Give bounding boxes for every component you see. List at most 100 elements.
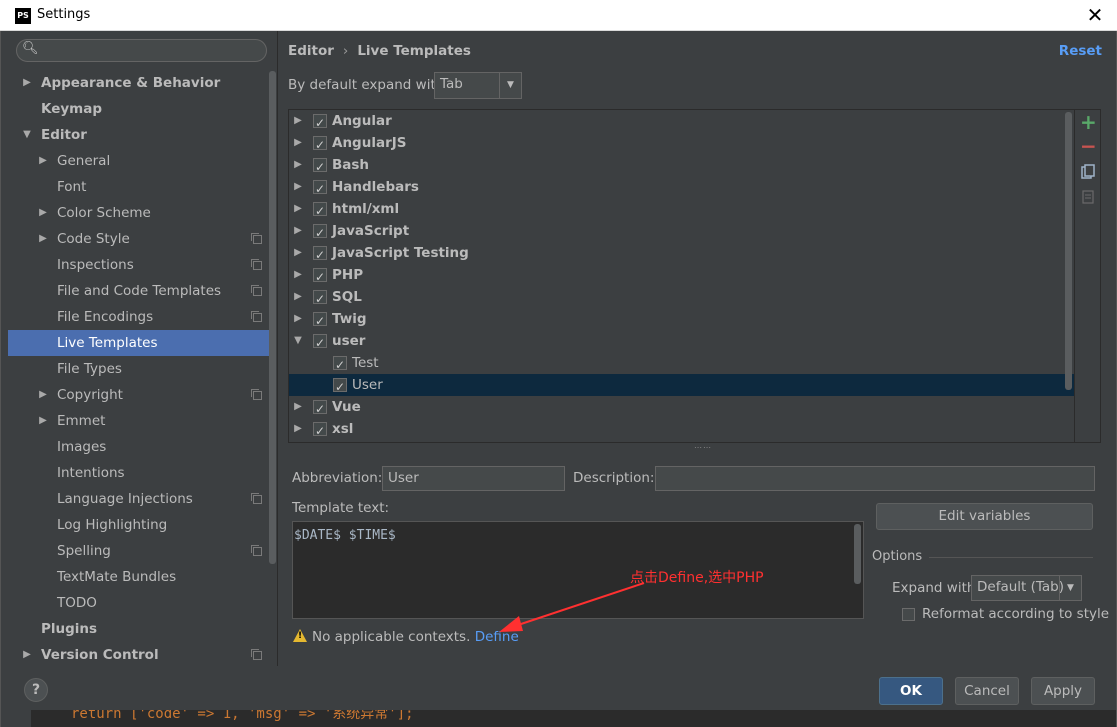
template-checkbox[interactable] [313, 112, 327, 134]
template-checkbox[interactable] [333, 354, 347, 376]
sidebar-item-copyright[interactable]: ▶ Copyright [8, 382, 276, 408]
edit-variables-button[interactable]: Edit variables [876, 503, 1093, 530]
sidebar-item-plugins[interactable]: Plugins [8, 616, 276, 642]
sidebar-item-file-and-code-templates[interactable]: File and Code Templates [8, 278, 276, 304]
sidebar-item-live-templates[interactable]: Live Templates [8, 330, 276, 356]
reset-link[interactable]: Reset [1059, 43, 1102, 59]
chevron-right-icon[interactable]: ▶ [292, 286, 304, 308]
chevron-right-icon[interactable]: ▶ [292, 220, 304, 242]
remove-icon[interactable]: − [1080, 136, 1097, 156]
template-group-row[interactable]: ▼ user [289, 330, 1074, 354]
template-group-row[interactable]: ▶ xsl [289, 418, 1074, 442]
template-checkbox[interactable] [313, 266, 327, 288]
sidebar-item-general[interactable]: ▶ General [8, 148, 276, 174]
editor-scrollbar[interactable] [854, 524, 861, 584]
template-group-row[interactable]: ▶ JavaScript Testing [289, 242, 1074, 266]
sidebar-item-images[interactable]: Images [8, 434, 276, 460]
sidebar-item-intentions[interactable]: Intentions [8, 460, 276, 486]
template-group-row[interactable]: ▶ AngularJS [289, 132, 1074, 156]
template-checkbox[interactable] [313, 156, 327, 178]
chevron-right-icon[interactable]: ▶ [36, 148, 50, 174]
sidebar-item-code-style[interactable]: ▶ Code Style [8, 226, 276, 252]
add-icon[interactable]: + [1080, 112, 1097, 132]
template-checkbox[interactable] [313, 420, 327, 442]
chevron-down-icon[interactable]: ▼ [292, 330, 304, 352]
sidebar-item-color-scheme[interactable]: ▶ Color Scheme [8, 200, 276, 226]
template-group-row[interactable]: ▶ Bash [289, 154, 1074, 178]
template-checkbox[interactable] [313, 398, 327, 420]
sidebar-item-emmet[interactable]: ▶ Emmet [8, 408, 276, 434]
sidebar-item-language-injections[interactable]: Language Injections [8, 486, 276, 512]
splitter-grip-icon[interactable]: ⋯⋯ [694, 443, 712, 452]
template-checkbox[interactable] [313, 134, 327, 156]
expand-with-value: Default (Tab) [977, 579, 1065, 595]
sidebar-item-keymap[interactable]: Keymap [8, 96, 276, 122]
template-row[interactable]: User [289, 374, 1074, 398]
chevron-right-icon[interactable]: ▶ [292, 198, 304, 220]
cancel-button[interactable]: Cancel [955, 677, 1019, 705]
template-checkbox[interactable] [313, 288, 327, 310]
chevron-right-icon[interactable]: ▶ [36, 200, 50, 226]
expand-with-select[interactable]: Default (Tab) ▼ [971, 575, 1082, 601]
template-group-row[interactable]: ▶ JavaScript [289, 220, 1074, 244]
sidebar-item-textmate-bundles[interactable]: TextMate Bundles [8, 564, 276, 590]
template-group-row[interactable]: ▶ Twig [289, 308, 1074, 332]
template-row[interactable]: Test [289, 352, 1074, 376]
sidebar-item-spelling[interactable]: Spelling [8, 538, 276, 564]
chevron-down-icon[interactable]: ▼ [20, 122, 34, 148]
chevron-right-icon[interactable]: ▶ [292, 154, 304, 176]
chevron-right-icon[interactable]: ▶ [292, 176, 304, 198]
template-checkbox[interactable] [313, 332, 327, 354]
sidebar-item-editor[interactable]: ▼ Editor [8, 122, 276, 148]
abbreviation-input[interactable]: User [382, 466, 565, 491]
chevron-right-icon[interactable]: ▶ [292, 264, 304, 286]
sidebar-item-file-encodings[interactable]: File Encodings [8, 304, 276, 330]
sidebar-item-version-control[interactable]: ▶ Version Control [8, 642, 276, 668]
template-label: Handlebars [332, 179, 419, 195]
chevron-right-icon[interactable]: ▶ [36, 408, 50, 434]
restore-defaults-icon[interactable] [1080, 190, 1096, 206]
chevron-right-icon[interactable]: ▶ [292, 396, 304, 418]
chevron-right-icon[interactable]: ▶ [20, 642, 34, 668]
chevron-right-icon[interactable]: ▶ [292, 110, 304, 132]
description-input[interactable] [655, 466, 1095, 491]
template-group-row[interactable]: ▶ Angular [289, 110, 1074, 134]
sidebar-item-label: Keymap [41, 101, 103, 117]
sidebar-scrollbar[interactable] [269, 71, 276, 564]
help-button[interactable]: ? [24, 678, 48, 702]
reformat-checkbox[interactable] [902, 608, 915, 621]
sidebar-item-appearance-behavior[interactable]: ▶ Appearance & Behavior [8, 70, 276, 96]
sidebar-item-todo[interactable]: TODO [8, 590, 276, 616]
close-window-icon[interactable]: ✕ [1083, 3, 1107, 27]
chevron-right-icon[interactable]: ▶ [292, 308, 304, 330]
dialog-footer: ? OK Cancel Apply return ['code' => 1, '… [1, 666, 1116, 727]
template-group-row[interactable]: ▶ Handlebars [289, 176, 1074, 200]
default-expand-select[interactable]: Tab ▼ [434, 72, 522, 99]
sidebar-item-font[interactable]: Font [8, 174, 276, 200]
template-checkbox[interactable] [313, 222, 327, 244]
template-group-row[interactable]: ▶ PHP [289, 264, 1074, 288]
template-checkbox[interactable] [333, 376, 347, 398]
template-group-row[interactable]: ▶ html/xml [289, 198, 1074, 222]
chevron-right-icon[interactable]: ▶ [292, 132, 304, 154]
chevron-right-icon[interactable]: ▶ [36, 382, 50, 408]
template-group-row[interactable]: ▶ SQL [289, 286, 1074, 310]
template-checkbox[interactable] [313, 244, 327, 266]
template-checkbox[interactable] [313, 200, 327, 222]
templates-scrollbar[interactable] [1065, 112, 1072, 390]
breadcrumb-editor: Editor [288, 43, 334, 59]
chevron-right-icon[interactable]: ▶ [292, 242, 304, 264]
template-checkbox[interactable] [313, 178, 327, 200]
apply-button[interactable]: Apply [1031, 677, 1095, 705]
chevron-right-icon[interactable]: ▶ [20, 70, 34, 96]
sidebar-item-file-types[interactable]: File Types [8, 356, 276, 382]
template-group-row[interactable]: ▶ Vue [289, 396, 1074, 420]
template-checkbox[interactable] [313, 310, 327, 332]
sidebar-item-inspections[interactable]: Inspections [8, 252, 276, 278]
ok-button[interactable]: OK [879, 677, 943, 705]
settings-search-input[interactable]: 🔍︎ [16, 39, 267, 62]
copy-icon[interactable] [1080, 164, 1096, 180]
sidebar-item-log-highlighting[interactable]: Log Highlighting [8, 512, 276, 538]
chevron-right-icon[interactable]: ▶ [292, 418, 304, 440]
chevron-right-icon[interactable]: ▶ [36, 226, 50, 252]
